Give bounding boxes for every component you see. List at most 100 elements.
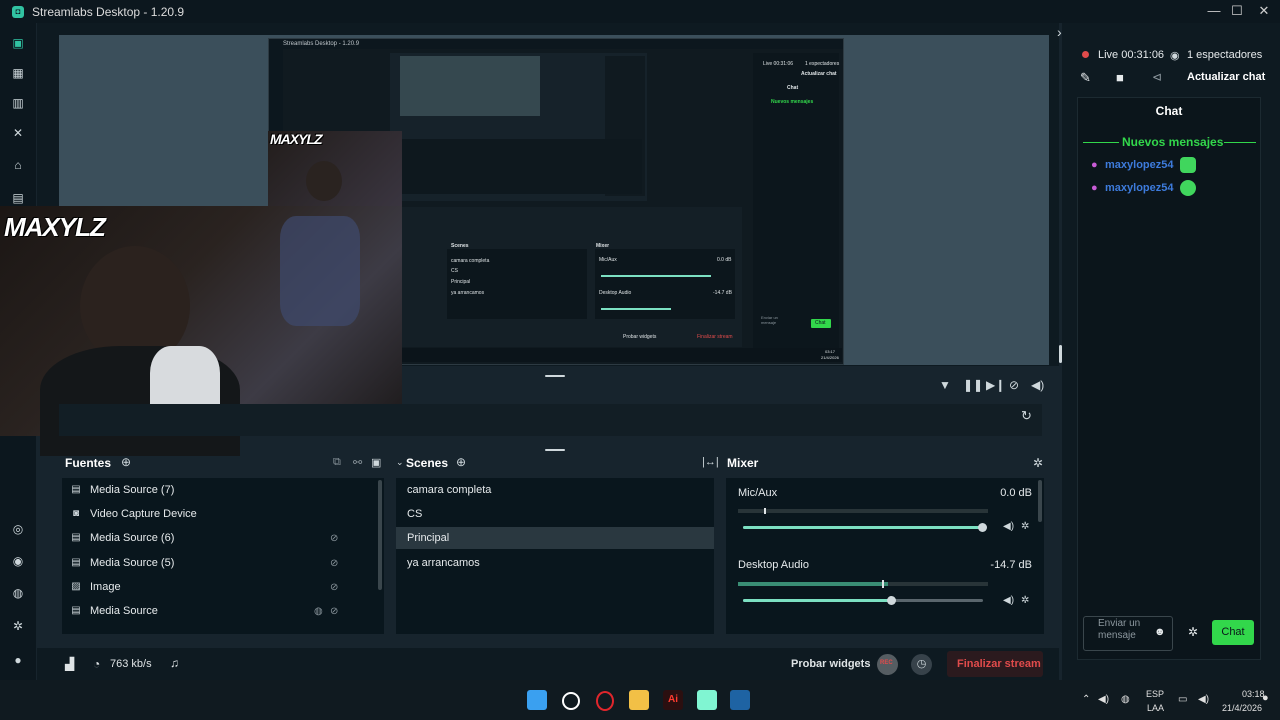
tray-chevron-icon[interactable]: ⌃ [1082,694,1090,705]
group-icon[interactable]: ⧉ [333,456,341,469]
replay-buffer-icon[interactable]: ◷ [911,654,932,675]
speaker-icon[interactable]: ◀) [1003,595,1014,606]
apps-icon[interactable]: ◉ [10,553,26,569]
sources-list: ▤ Media Source (7) ◙ Video Capture Devic… [62,478,384,634]
source-label: Media Source (5) [90,557,175,569]
green-emote-icon [1180,157,1196,173]
illustrator-icon[interactable]: Ai [663,690,683,710]
chat-username[interactable]: maxylopez54 [1105,159,1173,171]
dock-drag-handle[interactable] [545,449,565,451]
settings-icon[interactable]: ✲ [10,618,26,634]
stats-icon[interactable]: ▟ [65,657,74,671]
channel-settings-icon[interactable]: ✲ [1021,521,1029,532]
nested-title: Streamlabs Desktop - 1.20.9 [283,41,360,47]
mixer-scrollbar[interactable] [1038,480,1042,522]
folder-explorer-icon[interactable] [629,690,649,710]
rec-button[interactable]: REC [877,654,898,675]
tray-speaker-icon[interactable]: ◀) [1198,694,1209,705]
notification-icon[interactable]: ● [1262,692,1269,704]
store-icon[interactable]: ⌂ [10,157,26,173]
chat-send-button[interactable]: Chat [1212,620,1254,645]
probar-widgets-button[interactable]: Probar widgets [791,658,870,670]
scene-item-active[interactable]: Principal [396,527,714,549]
user-icon[interactable]: ● [10,652,26,668]
mute-preview-icon[interactable]: ⊘ [1009,378,1019,392]
nested-scene-2: CS [451,268,458,274]
nested-scene-1: camara completa [451,258,490,264]
nested-viewers: 1 espectadores [805,61,840,67]
camera-icon[interactable]: ■ [1116,70,1124,85]
streamlabs-taskbar-icon[interactable] [697,690,717,710]
visibility-off-icon[interactable]: ⊘ [330,582,338,593]
source-item[interactable]: ◙ Video Capture Device [62,503,378,525]
skip-icon[interactable]: ▶❙ [986,378,1005,392]
maximize-button[interactable]: ☐ [1226,3,1248,19]
nested-refresh: Actualizar chat [801,71,837,77]
highlighter-icon[interactable]: ▤ [10,190,26,206]
visibility-off-icon[interactable]: ⊘ [330,606,338,617]
library-icon[interactable]: ▥ [10,95,26,111]
lang-bottom[interactable]: LAA [1147,703,1164,713]
tray-network-icon[interactable]: ▭ [1178,694,1187,705]
chat-title: Chat [1155,104,1183,118]
mixer-expand-icon[interactable]: |↔| [702,456,719,468]
link-icon[interactable]: ⚯ [353,456,362,469]
preview-drag-handle[interactable] [545,375,565,377]
add-source-icon[interactable]: ⊕ [121,455,131,469]
layout-icon[interactable]: ▦ [10,65,26,81]
nested-mixer-1-db: 0.0 dB [717,257,732,263]
add-scene-icon[interactable]: ⊕ [456,455,466,469]
nested-mixer-title: Mixer [596,243,610,249]
pause-icon[interactable]: ❚❚ [963,378,983,392]
sources-scrollbar[interactable] [378,480,382,590]
speaker-icon[interactable]: ◀) [1003,521,1014,532]
opera-icon[interactable] [596,691,614,711]
scene-item[interactable]: CS [396,503,714,525]
source-label: Media Source (7) [90,484,175,496]
scene-item[interactable]: ya arrancamos [396,552,714,574]
mixer-meter [738,509,988,513]
clock-date[interactable]: 21/4/2026 [1222,703,1262,713]
windows-start-icon[interactable] [527,690,547,710]
scene-item[interactable]: camara completa [396,479,714,501]
refresh-icon[interactable]: ↻ [1021,408,1032,424]
chevron-right-icon[interactable]: › [1057,24,1062,40]
chat-username[interactable]: maxylopez54 [1105,182,1173,194]
mixer-channel-db: -14.7 dB [990,559,1032,571]
source-item[interactable]: ▤ Media Source (7) [62,479,378,501]
finalizar-stream-button[interactable]: Finalizar stream [947,651,1043,677]
nested-date: 21/4/2026 [821,355,839,360]
filter-icon[interactable]: ▼ [939,378,951,392]
channel-settings-icon[interactable]: ✲ [1021,595,1029,606]
cloud-icon[interactable]: ◍ [10,585,26,601]
close-button[interactable]: ✕ [1253,3,1275,19]
mixer-volume-slider[interactable] [743,523,987,532]
nested-chat-title: Chat [787,85,799,91]
media-icon: ▤ [71,484,81,495]
chat-settings-icon[interactable]: ✲ [1188,625,1198,639]
theme-icon[interactable]: ◎ [10,521,26,537]
refresh-chat-button[interactable]: Actualizar chat [1187,71,1265,83]
lang-top[interactable]: ESP [1146,689,1164,699]
emoji-icon[interactable]: ☻ [1154,626,1166,638]
tray-mic-icon[interactable]: ◍ [1121,694,1130,705]
tools-icon[interactable]: ✕ [10,125,26,141]
share-icon[interactable]: ⊲ [1152,70,1162,84]
app-window-icon[interactable] [730,690,750,710]
notification-bell-icon[interactable]: ♫ [170,656,179,670]
chevron-down-icon[interactable]: ⌄ [396,457,404,468]
editor-icon[interactable]: ▣ [10,35,26,51]
volume-icon[interactable]: ◀) [1031,378,1044,392]
folder-icon[interactable]: ▣ [371,456,381,469]
mixer-volume-slider[interactable] [743,596,983,605]
chat-input[interactable]: Enviar un mensaje ☻ [1083,616,1173,651]
visibility-off-icon[interactable]: ⊘ [330,558,338,569]
lock-icon[interactable]: ◍ [314,606,323,617]
nested-scenes-title: Scenes [451,243,469,249]
visibility-off-icon[interactable]: ⊘ [330,533,338,544]
search-icon[interactable] [562,692,580,710]
edit-icon[interactable]: ✎ [1080,70,1091,86]
tray-volume-icon[interactable]: ◀) [1098,694,1109,705]
mixer-settings-icon[interactable]: ✲ [1033,456,1043,470]
minimize-button[interactable]: — [1203,3,1225,18]
